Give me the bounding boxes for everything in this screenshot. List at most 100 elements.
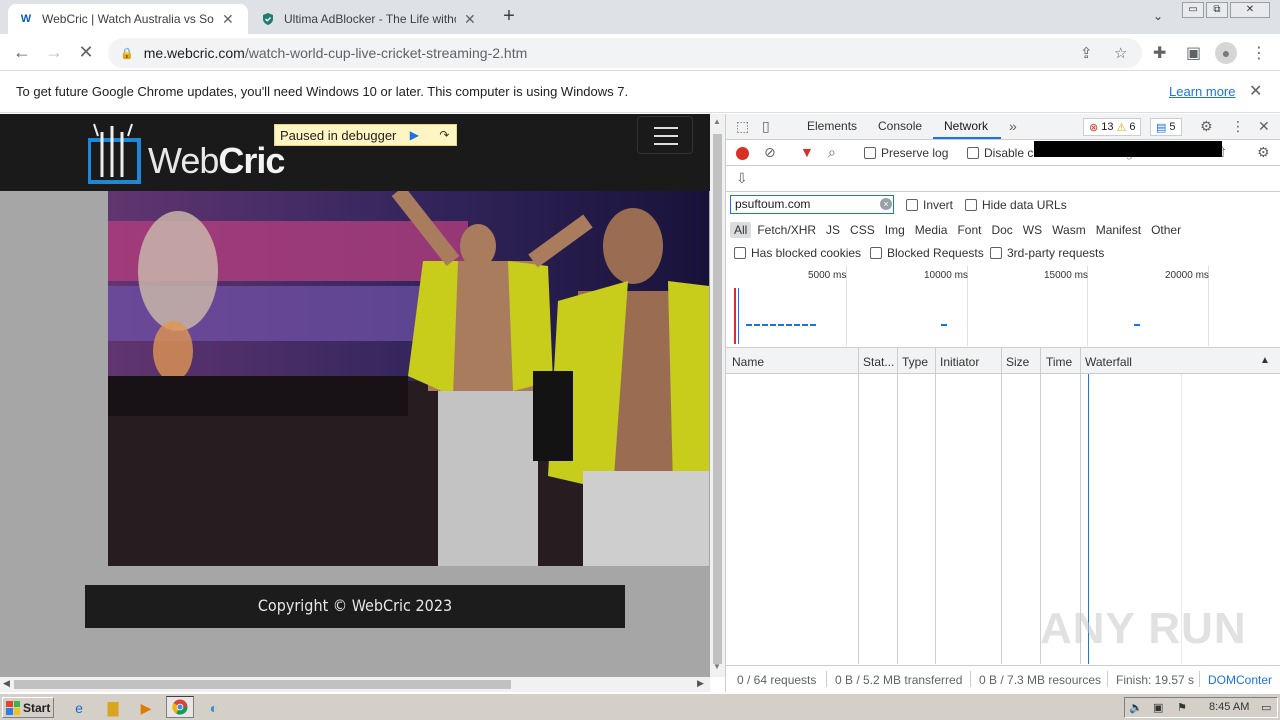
type-filter-ws[interactable]: WS — [1019, 222, 1046, 238]
lock-icon[interactable]: 🔒 — [120, 47, 134, 60]
network-settings-gear-icon[interactable]: ⚙ — [1257, 144, 1270, 161]
tab-adblocker[interactable]: Ultima AdBlocker - The Life without A ✕ — [250, 4, 490, 34]
issues-badge[interactable]: ⊗ 13 ⚠ 6 — [1083, 118, 1142, 136]
type-filter-fetch[interactable]: Fetch/XHR — [753, 222, 820, 238]
extensions-puzzle-icon[interactable]: ✚ — [1153, 43, 1166, 63]
type-filter-img[interactable]: Img — [881, 222, 909, 238]
address-bar[interactable]: 🔒 me.webcric.com/watch-world-cup-live-cr… — [108, 38, 1142, 68]
webcric-logo[interactable]: WebCric — [88, 122, 288, 186]
tab-network[interactable]: Network — [944, 119, 988, 133]
has-blocked-cookies-checkbox[interactable]: Has blocked cookies — [734, 246, 861, 260]
edge-icon[interactable]: ◐ — [205, 699, 223, 717]
tab-elements[interactable]: Elements — [807, 119, 857, 133]
flag-icon[interactable]: ⚑ — [1177, 701, 1187, 714]
col-name[interactable]: Name — [732, 355, 764, 369]
type-filter-doc[interactable]: Doc — [987, 222, 1016, 238]
close-icon[interactable]: ✕ — [1249, 81, 1262, 101]
back-button[interactable]: ← — [10, 41, 34, 65]
scroll-up-icon[interactable]: ▲ — [713, 117, 721, 126]
scroll-thumb[interactable] — [14, 680, 511, 689]
page-vertical-scrollbar[interactable]: ▲ ▼ — [710, 114, 725, 677]
close-tab-icon[interactable]: ✕ — [464, 11, 476, 28]
col-waterfall[interactable]: Waterfall — [1085, 355, 1132, 369]
type-filter-css[interactable]: CSS — [846, 222, 879, 238]
tab-console[interactable]: Console — [878, 119, 922, 133]
col-size[interactable]: Size — [1006, 355, 1029, 369]
preserve-log-checkbox[interactable]: Preserve log — [864, 146, 948, 160]
network-overview-timeline[interactable]: 5000 ms 10000 ms 15000 ms 20000 ms — [726, 266, 1280, 348]
sort-up-icon[interactable]: ▲ — [1260, 355, 1270, 366]
resume-icon[interactable]: ▶ — [402, 125, 426, 145]
wrestlers-video-frame-image — [108, 191, 709, 566]
col-type[interactable]: Type — [902, 355, 928, 369]
device-toolbar-icon[interactable]: ▯ — [762, 118, 770, 135]
share-icon[interactable]: ⇪ — [1080, 44, 1093, 62]
third-party-requests-checkbox[interactable]: 3rd-party requests — [990, 246, 1104, 260]
video-player[interactable] — [108, 191, 709, 566]
page-horizontal-scrollbar[interactable]: ◀ ▶ — [0, 677, 710, 692]
learn-more-link[interactable]: Learn more — [1169, 84, 1235, 99]
type-filter-wasm[interactable]: Wasm — [1048, 222, 1090, 238]
scroll-thumb[interactable] — [713, 134, 722, 664]
forward-button[interactable]: → — [42, 41, 66, 65]
inspect-element-icon[interactable]: ⬚ — [736, 118, 749, 135]
scroll-left-icon[interactable]: ◀ — [3, 678, 10, 689]
type-filter-other[interactable]: Other — [1147, 222, 1185, 238]
tab-webcric[interactable]: W WebCric | Watch Australia vs South ✕ — [8, 4, 248, 34]
show-desktop-icon[interactable]: ▭ — [1261, 701, 1271, 714]
type-filter-manifest[interactable]: Manifest — [1092, 222, 1145, 238]
blocked-requests-checkbox[interactable]: Blocked Requests — [870, 246, 984, 260]
col-status[interactable]: Stat... — [863, 355, 894, 369]
type-filter-font[interactable]: Font — [953, 222, 985, 238]
internet-explorer-icon[interactable]: e — [70, 699, 88, 717]
restore-button[interactable]: ⧉ — [1206, 2, 1228, 18]
type-filter-js[interactable]: JS — [822, 222, 844, 238]
devtools-menu-icon[interactable]: ⋮ — [1231, 118, 1245, 135]
nav-menu-button[interactable] — [637, 116, 693, 154]
invert-checkbox[interactable]: Invert — [906, 198, 953, 212]
search-icon[interactable]: ⌕ — [828, 144, 836, 161]
resource-type-filters: All Fetch/XHR JS CSS Img Media Font Doc … — [730, 222, 1187, 238]
start-button[interactable]: Start — [2, 697, 54, 718]
logo-text: WebCric — [148, 140, 285, 181]
stop-loading-button[interactable]: ✕ — [74, 41, 98, 65]
media-player-icon[interactable]: ▶ — [137, 699, 155, 717]
col-initiator[interactable]: Initiator — [940, 355, 979, 369]
clear-icon[interactable]: ⊘ — [764, 144, 776, 161]
new-tab-button[interactable]: + — [498, 5, 520, 28]
profile-avatar[interactable]: ● — [1215, 42, 1237, 64]
close-tab-icon[interactable]: ✕ — [222, 11, 234, 28]
step-over-icon[interactable]: ↷ — [432, 125, 456, 145]
messages-badge[interactable]: ▤ 5 — [1150, 118, 1182, 136]
hide-data-urls-checkbox[interactable]: Hide data URLs — [965, 198, 1067, 212]
tab-search-chevron-icon[interactable]: ⌄ — [1153, 9, 1163, 23]
chrome-taskbar-icon[interactable] — [166, 696, 194, 718]
col-time[interactable]: Time — [1046, 355, 1072, 369]
close-devtools-icon[interactable]: ✕ — [1258, 118, 1270, 135]
clock[interactable]: 8:45 AM — [1209, 701, 1249, 713]
bookmark-star-icon[interactable]: ☆ — [1114, 44, 1127, 62]
more-tabs-chevron-icon[interactable]: » — [1009, 118, 1017, 134]
scroll-down-icon[interactable]: ▼ — [713, 662, 721, 671]
minimize-button[interactable]: ▭ — [1182, 2, 1204, 18]
type-filter-media[interactable]: Media — [911, 222, 952, 238]
redacted-area — [1034, 141, 1222, 157]
system-tray: 🔈 ▣ ⚑ 8:45 AM ▭ — [1124, 697, 1278, 718]
clear-filter-icon[interactable]: × — [880, 198, 892, 210]
network-icon[interactable]: ▣ — [1153, 701, 1163, 714]
shield-favicon-icon — [260, 11, 276, 27]
record-button[interactable] — [736, 147, 749, 160]
devtools-tabbar: ⬚ ▯ Elements Console Network » ⊗ 13 ⚠ 6 ▤ 5… — [726, 114, 1280, 140]
file-explorer-icon[interactable]: ▇ — [104, 699, 122, 717]
side-panel-icon[interactable]: ▣ — [1186, 43, 1201, 63]
download-icon[interactable]: ⇩ — [736, 170, 748, 187]
settings-gear-icon[interactable]: ⚙ — [1200, 118, 1213, 135]
filter-icon[interactable]: ▼ — [800, 144, 814, 160]
timeline-label: 20000 ms — [1165, 270, 1209, 281]
close-window-button[interactable]: ✕ — [1230, 2, 1270, 18]
type-filter-all[interactable]: All — [730, 222, 752, 238]
volume-icon[interactable]: 🔈 — [1129, 701, 1143, 714]
filter-input[interactable]: psuftoum.com — [730, 195, 894, 214]
scroll-right-icon[interactable]: ▶ — [697, 678, 704, 689]
menu-kebab-icon[interactable]: ⋮ — [1251, 43, 1267, 63]
